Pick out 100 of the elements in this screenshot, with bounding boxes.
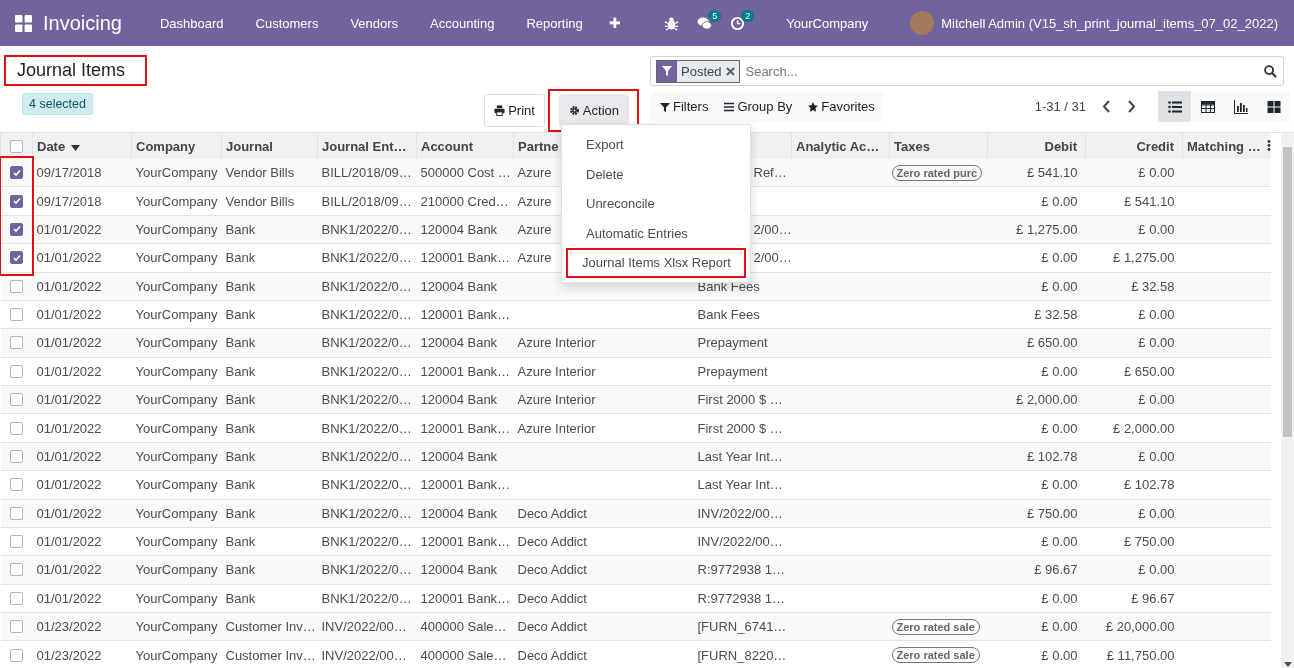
filter-menu-button[interactable]: Favorites: [808, 99, 875, 114]
nav-menu-item[interactable]: Customers: [239, 15, 335, 31]
table-cell: 120004 Bank: [416, 499, 514, 528]
table-cell: Bank: [221, 215, 318, 244]
table-cell: 01/01/2022: [32, 328, 132, 358]
table-cell: 01/01/2022: [32, 357, 132, 386]
table-cell: 120001 Bank…: [416, 357, 514, 386]
row-checkbox[interactable]: [10, 194, 23, 208]
table-cell: £ 750.00: [987, 499, 1086, 528]
bug-icon[interactable]: [664, 15, 680, 31]
row-checkbox[interactable]: [10, 648, 23, 662]
row-checkbox[interactable]: [10, 563, 23, 577]
row-checkbox[interactable]: [10, 364, 23, 378]
column-header[interactable]: Date: [32, 133, 132, 159]
chat-icon[interactable]: [697, 15, 713, 31]
table-cell: £ 1,275.00: [1085, 243, 1183, 272]
next-icon[interactable]: [1127, 100, 1136, 113]
column-header[interactable]: Matching …: [1182, 133, 1271, 159]
row-checkbox[interactable]: [10, 279, 23, 293]
table-cell: 400000 Sale…: [416, 640, 514, 668]
table-cell: Customer Inv…: [221, 612, 318, 641]
table-cell: First 2000 $ …: [693, 413, 792, 443]
row-checkbox[interactable]: [10, 506, 23, 520]
table-cell: 210000 Cred…: [416, 186, 514, 216]
row-checkbox[interactable]: [10, 449, 23, 463]
clock-icon[interactable]: [730, 15, 746, 31]
row-checkbox[interactable]: [10, 336, 23, 350]
app-title[interactable]: Invoicing: [43, 11, 122, 35]
row-checkbox[interactable]: [10, 251, 23, 265]
row-checkbox[interactable]: [10, 421, 23, 435]
table-cell: YourCompany: [131, 159, 222, 187]
row-checkbox[interactable]: [10, 393, 23, 407]
table-cell: 09/17/2018: [32, 186, 132, 216]
print-button[interactable]: Print: [484, 94, 545, 127]
row-checkbox[interactable]: [10, 591, 23, 605]
nav-menu-item[interactable]: Accounting: [414, 15, 511, 31]
table-cell: Bank: [221, 555, 318, 585]
table-cell: 01/01/2022: [32, 470, 132, 499]
column-header[interactable]: Journal: [221, 133, 318, 159]
table-cell: YourCompany: [131, 584, 222, 613]
table-cell: 120004 Bank: [416, 385, 514, 414]
row-checkbox[interactable]: [10, 620, 23, 634]
apps-menu-icon[interactable]: [15, 14, 32, 32]
table-cell: 01/01/2022: [32, 413, 132, 443]
menu-item[interactable]: Export: [566, 130, 746, 160]
table-cell: £ 96.67: [987, 555, 1086, 585]
table-cell: 120001 Bank…: [416, 300, 514, 329]
table-cell: Bank: [221, 243, 318, 272]
table-cell: Deco Addict: [513, 555, 694, 585]
table-cell: INV/2022/00…: [693, 499, 792, 528]
column-header[interactable]: Debit: [987, 133, 1086, 159]
table-cell: BNK1/2022/0…: [317, 470, 417, 499]
row-checkbox[interactable]: [10, 308, 23, 322]
table-cell: £ 20,000.00: [1085, 612, 1183, 641]
table-cell: £ 0.00: [987, 612, 1086, 641]
row-checkbox[interactable]: [10, 535, 23, 549]
nav-menu-item[interactable]: Vendors: [334, 15, 415, 31]
add-menu-button[interactable]: ✚: [598, 15, 631, 31]
company-switcher[interactable]: YourCompany: [756, 15, 907, 31]
pager-value[interactable]: 1-31 / 31: [1034, 99, 1086, 114]
column-header[interactable]: Company: [131, 133, 222, 159]
filter-menu-button[interactable]: Group By: [724, 99, 793, 114]
scrollbar[interactable]: [1280, 133, 1294, 668]
row-checkbox[interactable]: [10, 478, 23, 492]
search-field[interactable]: Posted Search...: [650, 56, 1284, 86]
nav-menu-item[interactable]: Dashboard: [143, 15, 240, 31]
nav-menu-item[interactable]: Reporting: [510, 15, 599, 31]
table-cell: £ 32.58: [987, 300, 1086, 329]
table-cell: YourCompany: [131, 186, 222, 216]
grid-view-icon: [1266, 99, 1281, 114]
user-menu[interactable]: Mitchell Admin (V15_sh_print_journal_items_07_02_2022): [941, 15, 1278, 31]
column-header[interactable]: Analytic Ac…: [791, 133, 890, 159]
table-cell: £ 750.00: [1085, 527, 1183, 556]
table-cell: Deco Addict: [513, 584, 694, 613]
table-cell: R:9772938 1…: [693, 584, 792, 613]
row-checkbox[interactable]: [10, 166, 23, 180]
menu-item[interactable]: Journal Items Xlsx Report: [566, 248, 746, 278]
column-header[interactable]: Account: [416, 133, 514, 159]
table-cell: 120004 Bank: [416, 555, 514, 585]
table-cell: BNK1/2022/0…: [317, 413, 417, 443]
table-cell: 01/01/2022: [32, 272, 132, 301]
filter-menu-button[interactable]: Filters: [660, 99, 709, 114]
options-icon[interactable]: [1266, 139, 1271, 151]
table-cell: £ 541.10: [987, 159, 1086, 187]
previous-icon[interactable]: [1102, 100, 1111, 113]
view-switch-button[interactable]: [1158, 91, 1191, 122]
table-cell: INV/2022/00…: [693, 527, 792, 556]
column-header[interactable]: Journal Ent…: [317, 133, 417, 159]
search-icon[interactable]: [1264, 64, 1277, 78]
column-header[interactable]: Credit: [1085, 133, 1183, 159]
row-checkbox[interactable]: [10, 222, 23, 236]
close-icon[interactable]: [726, 66, 736, 76]
table-cell: BNK1/2022/0…: [317, 527, 417, 556]
scroll-down-icon[interactable]: [1283, 662, 1292, 667]
table-cell: BNK1/2022/0…: [317, 555, 417, 585]
column-header[interactable]: Taxes: [889, 133, 988, 159]
select-all-checkbox[interactable]: [10, 139, 23, 153]
table-cell: First 2000 $ …: [693, 385, 792, 414]
table-cell: Prepayment: [693, 357, 792, 386]
filter-facet[interactable]: Posted: [656, 59, 741, 83]
